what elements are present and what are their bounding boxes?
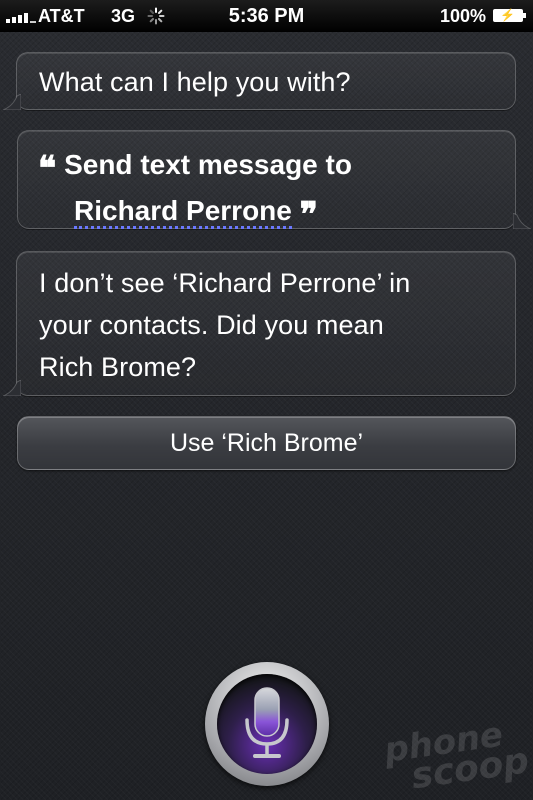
siri-prompt-bubble: What can I help you with? <box>3 52 516 110</box>
open-quote-icon: ❝ <box>38 149 57 189</box>
bubble-tail <box>513 213 531 229</box>
use-contact-button[interactable]: Use ‘Rich Brome’ <box>17 416 516 470</box>
siri-mic-button[interactable] <box>205 662 329 786</box>
response-line-2: your contacts. Did you mean <box>39 310 384 340</box>
battery-percentage: 100% <box>439 6 486 26</box>
bubble-tail <box>3 94 21 110</box>
utterance-line-1: Send text message to <box>64 149 352 180</box>
utterance-contact-name[interactable]: Richard Perrone <box>74 195 292 229</box>
battery-charging-icon: ⚡ <box>493 8 526 22</box>
siri-response-bubble: I don’t see ‘Richard Perrone’ in your co… <box>3 251 516 396</box>
bubble-tail <box>3 380 21 396</box>
user-utterance-text: ❝ Send text message to Richard Perrone ❞ <box>38 141 515 235</box>
close-quote-icon: ❞ <box>299 195 318 235</box>
phonescoop-watermark: phone scoop <box>381 714 532 798</box>
siri-prompt-text: What can I help you with? <box>39 67 351 97</box>
response-line-1: I don’t see ‘Richard Perrone’ in <box>39 268 411 298</box>
siri-response-text: I don’t see ‘Richard Perrone’ in your co… <box>39 262 515 388</box>
microphone-icon <box>217 674 317 774</box>
response-line-3: Rich Brome? <box>39 352 197 382</box>
status-bar: AT&T 3G 5:36 PM 100% ⚡ <box>0 0 533 32</box>
user-utterance-bubble[interactable]: ❝ Send text message to Richard Perrone ❞ <box>17 130 531 235</box>
